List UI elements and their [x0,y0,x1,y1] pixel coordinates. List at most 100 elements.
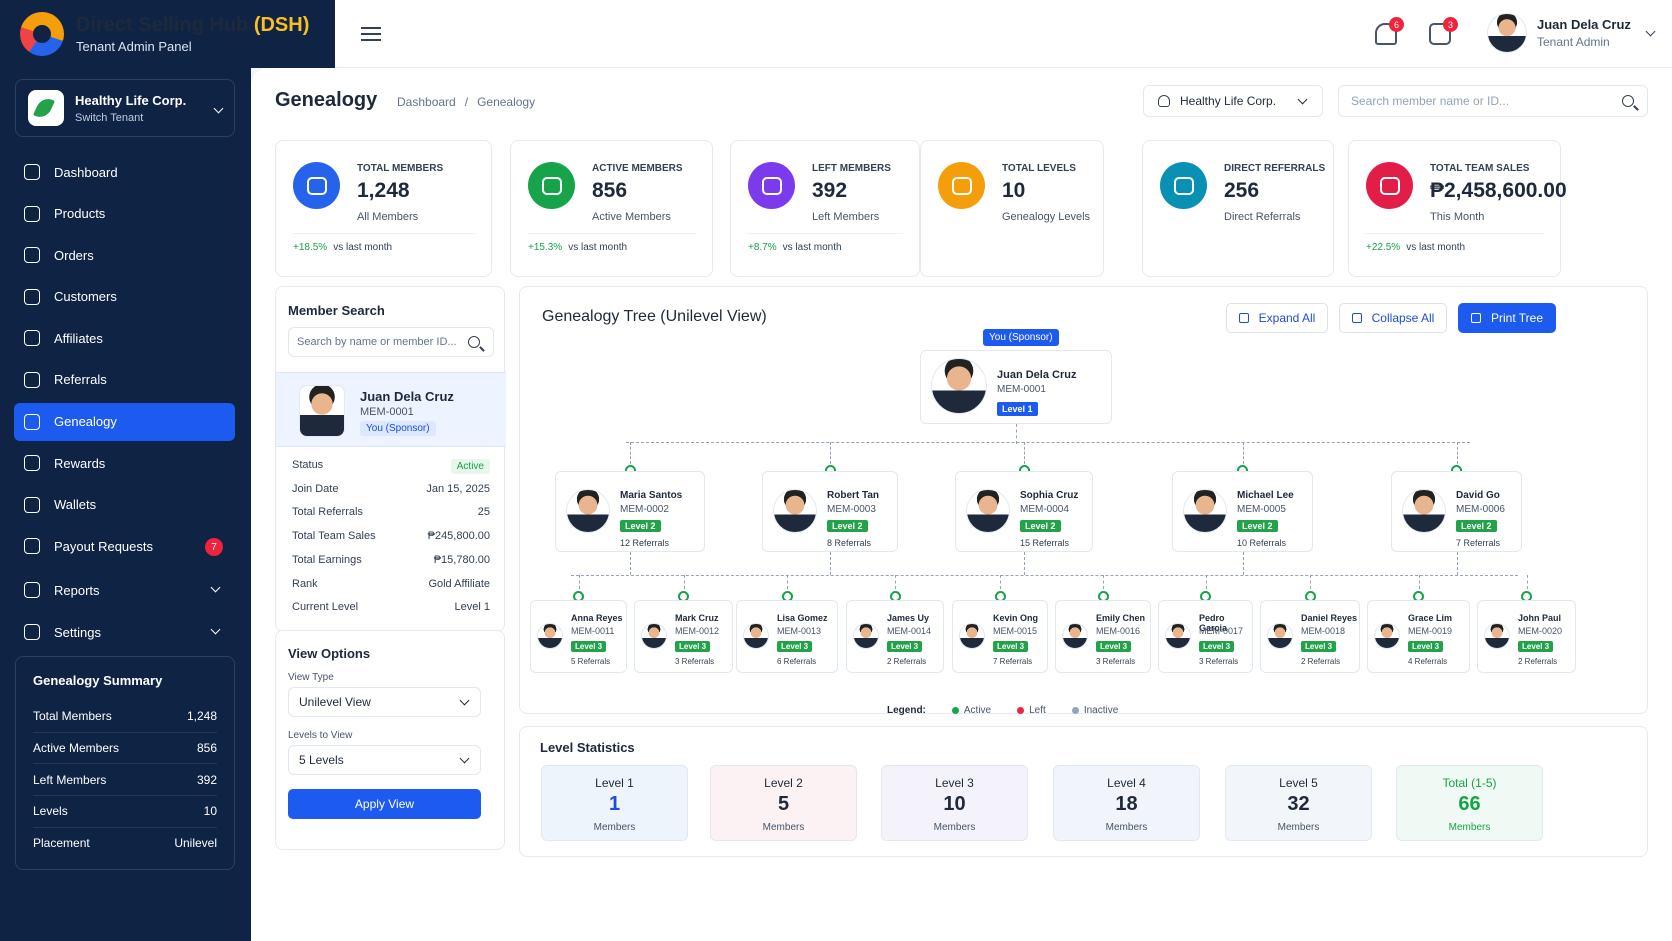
stat-label: ACTIVE MEMBERS [592,163,683,174]
collapse-all-label: Collapse All [1371,311,1435,325]
expand-all-button[interactable]: Expand All [1226,303,1328,333]
sidebar: Healthy Life Corp. Switch Tenant Dashboa… [0,0,251,941]
sidebar-item-reports[interactable]: Reports [14,571,235,609]
level-stat-value: 18 [1115,793,1138,815]
levels-value: 5 Levels [299,753,344,767]
levels-select[interactable]: 5 Levels [288,745,481,775]
users-icon [24,288,40,305]
tenant-switcher[interactable]: Healthy Life Corp. Switch Tenant [15,79,235,137]
summary-row: Left Members 392 [33,763,217,795]
tree-node[interactable]: David Go MEM-0006 Level 2 7 Referrals [1391,471,1522,552]
node-referrals: 4 Referrals [1408,657,1448,666]
stat-subtitle: This Month [1430,211,1485,223]
tree-node[interactable]: Pedro Garcia MEM-0017 Level 33 Referrals [1158,600,1253,673]
tree-node[interactable]: Emily Chen MEM-0016 Level 3 3 Referrals [1055,600,1151,673]
level-stat-title: Level 4 [1107,776,1146,790]
tree-node[interactable]: Anna Reyes MEM-0011 Level 3 5 Referrals [530,600,627,673]
tree-node[interactable]: Kevin Ong MEM-0015 Level 3 7 Referrals [952,600,1048,673]
sidebar-item-label: Wallets [54,497,97,513]
tree-node[interactable]: Michael Lee MEM-0005 Level 2 10 Referrals [1172,471,1313,552]
summary-row: Placement Unilevel [33,826,217,859]
search-input[interactable]: Search member name or ID... [1338,85,1648,117]
stat-subtitle: Active Members [592,211,671,223]
hamburger-menu-icon[interactable] [361,27,381,41]
tree-node[interactable]: Sophia Cruz MEM-0004 Level 2 15 Referrals [955,471,1093,552]
tree-node[interactable]: Juan Dela Cruz MEM-0001 Level 1 [920,350,1112,424]
tree-node[interactable]: Daniel Reyes MEM-0018 Level 3 2 Referrals [1260,600,1360,673]
sidebar-item-genealogy[interactable]: Genealogy [14,402,235,441]
view-type-select[interactable]: Unilevel View [288,687,481,717]
tree-node[interactable]: John Paul MEM-0020 Level 3 2 Referrals [1477,600,1576,673]
tree-title: Genealogy Tree (Unilevel View) [542,308,767,325]
sidebar-item-products[interactable]: Products [14,195,235,233]
bell-icon[interactable]: 6 [1375,17,1404,45]
connector-line [630,442,631,464]
sidebar-item-referrals[interactable]: Referrals [14,361,235,399]
level-badge: Level 3 [571,641,607,652]
print-tree-button[interactable]: Print Tree [1458,303,1556,333]
page-title: Genealogy [275,89,378,111]
printer-icon [1470,313,1481,323]
tenant-select[interactable]: Healthy Life Corp. [1143,85,1323,117]
detail-label: Rank [292,577,318,590]
node-id: MEM-0013 [777,626,822,636]
tree-node[interactable]: Maria Santos MEM-0002 Level 2 12 Referrals [555,471,705,552]
apply-view-button[interactable]: Apply View [288,789,481,819]
sidebar-item-affiliates[interactable]: Affiliates [14,319,235,357]
connector-line [1526,575,1528,589]
message-badge: 3 [1443,17,1458,32]
sidebar-item-payout-requests[interactable]: Payout Requests 7 [14,527,235,565]
breadcrumb: Dashboard / Genealogy [397,95,535,109]
collapse-all-button[interactable]: Collapse All [1339,303,1447,333]
view-options-title: View Options [288,646,371,661]
search-icon[interactable] [468,336,480,348]
user-icon [24,330,40,347]
breadcrumb-dashboard[interactable]: Dashboard [397,95,456,109]
topbar: 6 3 Juan Dela Cruz Tenant Admin [335,0,1672,68]
avatar [966,488,1010,533]
search-icon[interactable] [1622,95,1634,107]
tree-node[interactable]: Robert Tan MEM-0003 Level 2 8 Referrals [762,471,898,552]
home-icon [24,164,40,180]
member-search-placeholder: Search by name or member ID... [297,336,457,348]
trend-text: vs last month [568,242,628,253]
sidebar-item-customers[interactable]: Customers [14,278,235,316]
mail-icon[interactable]: 3 [1429,17,1458,45]
member-detail-row: Join Date Jan 15, 2025 [292,483,490,495]
node-name: Anna Reyes [571,613,623,623]
chevron-down-icon [213,103,224,113]
summary-label: Total Members [33,708,112,723]
detail-value: Jan 15, 2025 [426,482,490,495]
stat-trend: +8.7% vs last month [748,242,842,253]
summary-row: Levels 10 [33,795,217,827]
sidebar-item-settings[interactable]: Settings [14,613,235,651]
stat-value: ₱2,458,600.00 [1430,179,1567,202]
main-content: Genealogy Dashboard / Genealogy Healthy Li… [251,68,1672,941]
stat-glyph-icon [761,176,782,195]
stat-label: TOTAL LEVELS [1002,163,1076,174]
tree-node[interactable]: James Uy MEM-0014 Level 3 2 Referrals [846,600,944,673]
tree-node[interactable]: Lisa Gomez MEM-0013 Level 3 6 Referrals [736,600,838,673]
sidebar-item-rewards[interactable]: Rewards [14,444,235,482]
brand[interactable]: Direct Selling Hub (DSH) Tenant Admin Pa… [0,0,335,68]
sidebar-item-label: Settings [54,624,101,640]
tree-node[interactable]: Mark Cruz MEM-0012 Level 3 3 Referrals [634,600,733,673]
sidebar-item-wallets[interactable]: Wallets [14,486,235,524]
app-root: Healthy Life Corp. Switch Tenant Dashboa… [0,0,1672,941]
node-id: MEM-0006 [1456,504,1505,515]
breadcrumb-separator: / [464,95,469,109]
node-id: MEM-0012 [675,626,720,636]
connector-line [1242,552,1244,575]
member-search-input[interactable]: Search by name or member ID... [288,327,494,357]
node-id: MEM-0017 [1199,626,1244,636]
stat-trend: +18.5% vs last month [293,242,392,253]
sidebar-item-dashboard[interactable]: Dashboard [14,153,235,191]
sidebar-item-orders[interactable]: Orders [14,236,235,274]
selected-member-card[interactable]: Juan Dela Cruz MEM-0001 You (Sponsor) [276,372,506,447]
tree-node[interactable]: Grace Lim MEM-0019 Level 3 4 Referrals [1367,600,1470,673]
level-badge: Level 3 [993,641,1029,652]
node-id: MEM-0014 [887,626,932,636]
detail-label: Join Date [292,482,339,495]
legend: Legend: Active Left Inactive [887,705,1144,716]
user-menu[interactable]: Juan Dela Cruz Tenant Admin [1487,13,1656,53]
